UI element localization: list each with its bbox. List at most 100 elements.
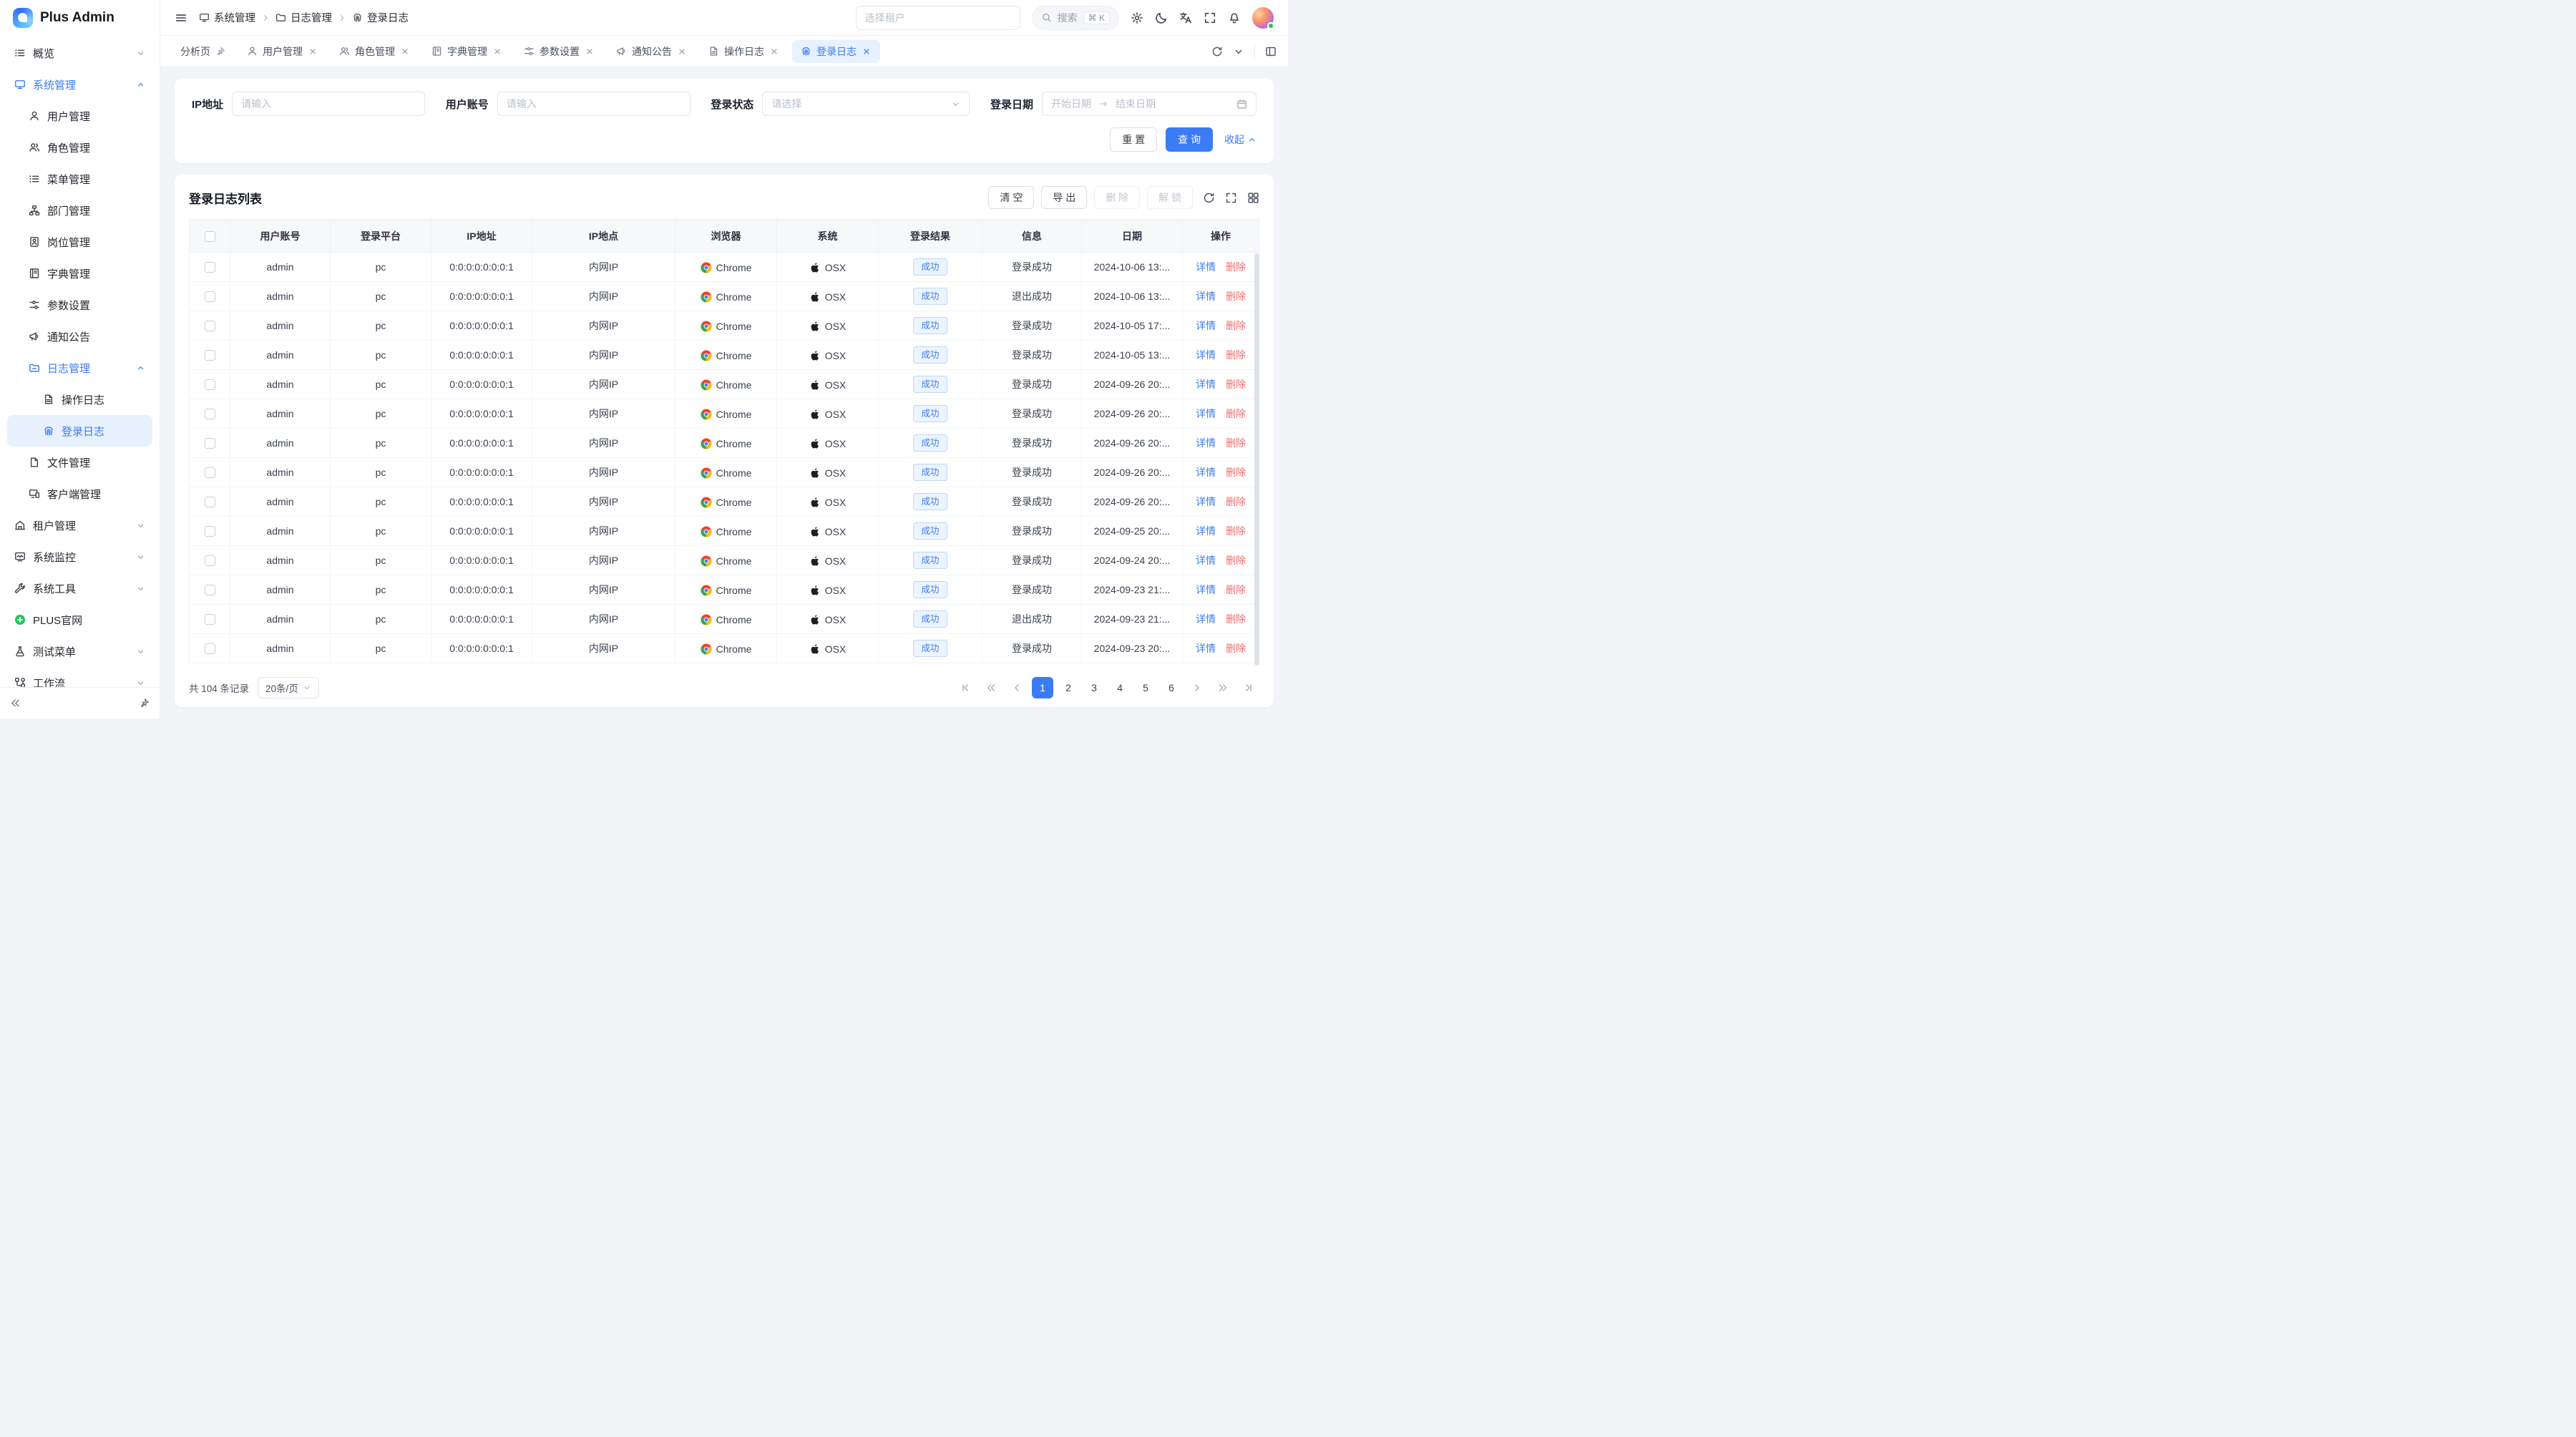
- column-settings-icon[interactable]: [1247, 192, 1259, 204]
- page-next-button[interactable]: [1186, 677, 1208, 698]
- tab-login-log[interactable]: 登录日志: [792, 40, 880, 63]
- delete-link[interactable]: 删除: [1226, 291, 1246, 302]
- sidebar-item-post-mgmt[interactable]: 岗位管理: [7, 226, 152, 258]
- toolbar-export-button[interactable]: 导 出: [1041, 186, 1087, 209]
- page-last-button[interactable]: [1238, 677, 1259, 698]
- breadcrumb-item[interactable]: 登录日志: [352, 10, 409, 25]
- sidebar-item-param-settings[interactable]: 参数设置: [7, 289, 152, 321]
- row-checkbox[interactable]: [205, 643, 215, 654]
- refresh-tab-icon[interactable]: [1211, 46, 1223, 57]
- account-input[interactable]: 请输入: [497, 92, 691, 116]
- tab-param-settings[interactable]: 参数设置: [515, 40, 603, 63]
- select-all-checkbox[interactable]: [205, 231, 215, 242]
- delete-link[interactable]: 删除: [1226, 379, 1246, 390]
- breadcrumb-item[interactable]: 系统管理: [199, 10, 255, 25]
- close-tab-icon[interactable]: [769, 47, 779, 57]
- row-checkbox[interactable]: [205, 291, 215, 302]
- row-checkbox[interactable]: [205, 438, 215, 449]
- detail-link[interactable]: 详情: [1196, 467, 1216, 478]
- login-date-range-picker[interactable]: 开始日期结束日期: [1042, 92, 1257, 116]
- row-checkbox[interactable]: [205, 614, 215, 625]
- toolbar-unlock-button[interactable]: 解 锁: [1147, 186, 1193, 209]
- detail-link[interactable]: 详情: [1196, 379, 1216, 390]
- row-checkbox[interactable]: [205, 350, 215, 361]
- detail-link[interactable]: 详情: [1196, 525, 1216, 537]
- global-search-button[interactable]: 搜索 ⌘ K: [1032, 6, 1119, 30]
- sidebar-item-op-log[interactable]: 操作日志: [7, 384, 152, 415]
- page-next2-button[interactable]: [1212, 677, 1234, 698]
- layout-panel-icon[interactable]: [1265, 46, 1277, 57]
- page-prev-button[interactable]: [1006, 677, 1028, 698]
- reset-button[interactable]: 重 置: [1110, 127, 1157, 152]
- delete-link[interactable]: 删除: [1226, 555, 1246, 566]
- detail-link[interactable]: 详情: [1196, 437, 1216, 449]
- delete-link[interactable]: 删除: [1226, 525, 1246, 537]
- detail-link[interactable]: 详情: [1196, 643, 1216, 654]
- close-tab-icon[interactable]: [400, 47, 410, 57]
- sidebar-item-menu-mgmt[interactable]: 菜单管理: [7, 163, 152, 195]
- page-2-button[interactable]: 2: [1058, 677, 1079, 698]
- row-checkbox[interactable]: [205, 555, 215, 566]
- query-button[interactable]: 查 询: [1166, 127, 1213, 152]
- translate-icon[interactable]: [1179, 11, 1192, 24]
- detail-link[interactable]: 详情: [1196, 496, 1216, 507]
- sidebar-item-log-mgmt[interactable]: 日志管理: [7, 352, 152, 384]
- sidebar-pin-icon[interactable]: [139, 698, 150, 708]
- sidebar-item-role-mgmt[interactable]: 角色管理: [7, 132, 152, 163]
- settings-gear-icon[interactable]: [1131, 11, 1143, 24]
- pin-icon[interactable]: [215, 47, 225, 57]
- row-checkbox[interactable]: [205, 409, 215, 419]
- close-tab-icon[interactable]: [308, 47, 318, 57]
- status-select[interactable]: 请选择: [762, 92, 970, 116]
- detail-link[interactable]: 详情: [1196, 555, 1216, 566]
- detail-link[interactable]: 详情: [1196, 349, 1216, 361]
- tab-dict-mgmt[interactable]: 字典管理: [423, 40, 511, 63]
- table-scrollbar[interactable]: [1254, 253, 1259, 666]
- delete-link[interactable]: 删除: [1226, 584, 1246, 595]
- page-first-button[interactable]: [955, 677, 976, 698]
- row-checkbox[interactable]: [205, 321, 215, 331]
- delete-link[interactable]: 删除: [1226, 613, 1246, 625]
- detail-link[interactable]: 详情: [1196, 261, 1216, 273]
- sidebar-item-notice[interactable]: 通知公告: [7, 321, 152, 352]
- delete-link[interactable]: 删除: [1226, 320, 1246, 331]
- sidebar-item-sys-monitor[interactable]: 系统监控: [7, 541, 152, 573]
- sidebar-item-login-log[interactable]: 登录日志: [7, 415, 152, 447]
- delete-link[interactable]: 删除: [1226, 643, 1246, 654]
- sidebar-item-tenant-mgmt[interactable]: 租户管理: [7, 510, 152, 541]
- page-1-button[interactable]: 1: [1032, 677, 1053, 698]
- tab-role-mgmt[interactable]: 角色管理: [331, 40, 419, 63]
- sidebar-item-workflow[interactable]: 工作流: [7, 667, 152, 687]
- detail-link[interactable]: 详情: [1196, 320, 1216, 331]
- close-tab-icon[interactable]: [492, 47, 502, 57]
- sidebar-item-file-mgmt[interactable]: 文件管理: [7, 447, 152, 478]
- delete-link[interactable]: 删除: [1226, 349, 1246, 361]
- row-checkbox[interactable]: [205, 379, 215, 390]
- collapse-filter-link[interactable]: 收起: [1224, 132, 1257, 147]
- tab-notice[interactable]: 通知公告: [608, 40, 696, 63]
- sidebar-item-client-mgmt[interactable]: 客户端管理: [7, 478, 152, 510]
- close-tab-icon[interactable]: [862, 47, 872, 57]
- close-tab-icon[interactable]: [585, 47, 595, 57]
- sidebar-item-dict-mgmt[interactable]: 字典管理: [7, 258, 152, 289]
- delete-link[interactable]: 删除: [1226, 496, 1246, 507]
- tab-op-log[interactable]: 操作日志: [700, 40, 788, 63]
- delete-link[interactable]: 删除: [1226, 467, 1246, 478]
- refresh-table-icon[interactable]: [1203, 192, 1215, 204]
- ip-input[interactable]: 请输入: [232, 92, 425, 116]
- delete-link[interactable]: 删除: [1226, 261, 1246, 273]
- toolbar-delete-button[interactable]: 删 除: [1094, 186, 1140, 209]
- user-avatar[interactable]: [1252, 7, 1274, 29]
- fullscreen-icon[interactable]: [1204, 11, 1216, 24]
- sidebar-item-system-mgmt[interactable]: 系统管理: [7, 69, 152, 100]
- row-checkbox[interactable]: [205, 262, 215, 273]
- page-3-button[interactable]: 3: [1083, 677, 1105, 698]
- sidebar-item-sys-tools[interactable]: 系统工具: [7, 573, 152, 604]
- fullscreen-table-icon[interactable]: [1225, 192, 1237, 204]
- sidebar-item-plus-site[interactable]: PLUS官网: [7, 604, 152, 635]
- row-checkbox[interactable]: [205, 526, 215, 537]
- row-checkbox[interactable]: [205, 585, 215, 595]
- delete-link[interactable]: 删除: [1226, 408, 1246, 419]
- delete-link[interactable]: 删除: [1226, 437, 1246, 449]
- breadcrumb-item[interactable]: 日志管理: [275, 10, 332, 25]
